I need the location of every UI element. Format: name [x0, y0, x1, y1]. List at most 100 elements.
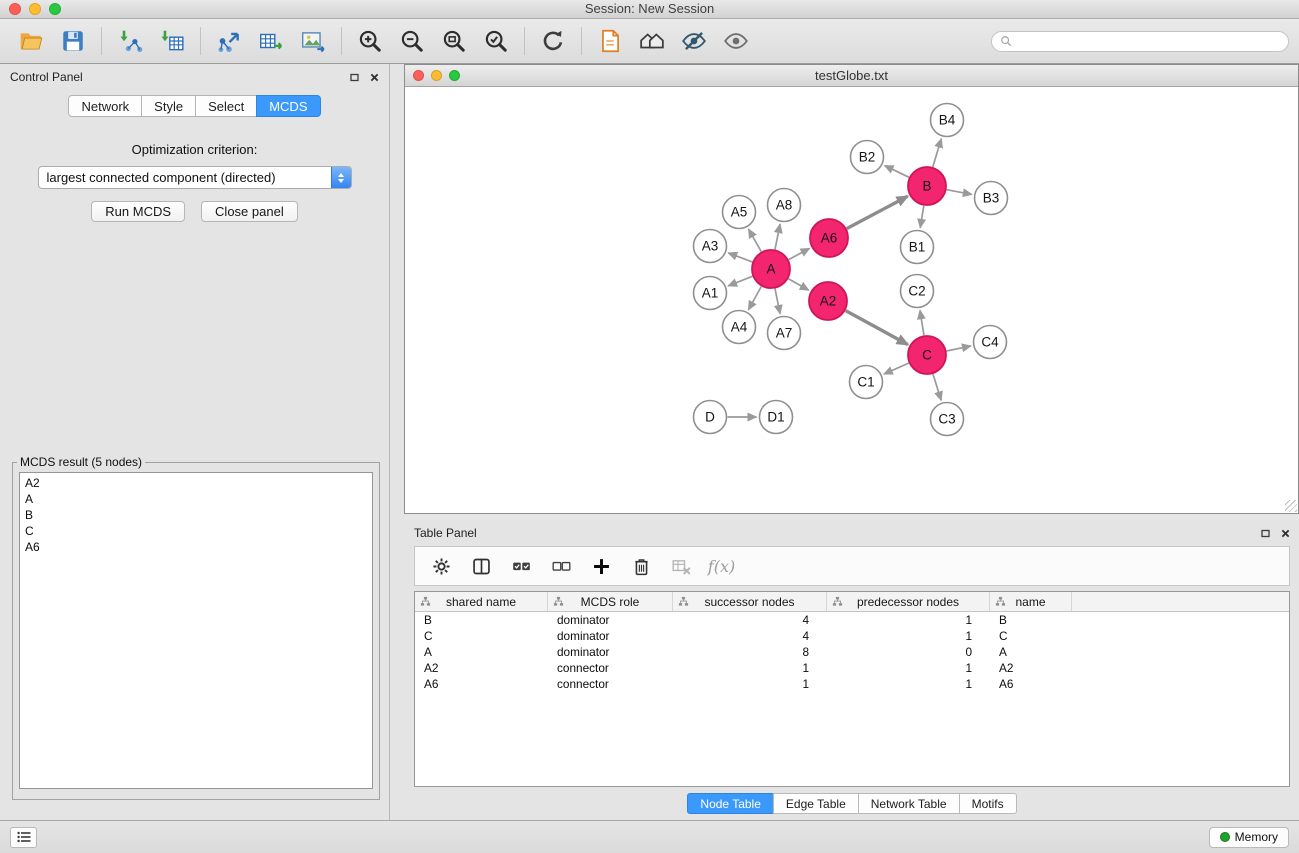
resize-grip-icon[interactable] [1285, 500, 1297, 512]
close-panel-button[interactable]: Close panel [201, 201, 298, 222]
zoom-network-window-button[interactable] [449, 70, 460, 81]
edge-A2-C[interactable] [846, 311, 908, 345]
edge-A-A2[interactable] [788, 279, 808, 290]
table-row[interactable]: A6connector11A6 [415, 676, 1289, 692]
session-doc-button[interactable] [589, 23, 631, 59]
node-A[interactable]: A [752, 250, 790, 288]
edge-A-A4[interactable] [748, 287, 761, 310]
mcds-result-item[interactable]: B [25, 507, 372, 523]
mcds-result-item[interactable]: A [25, 491, 372, 507]
edge-B-B2[interactable] [885, 166, 909, 178]
node-A2[interactable]: A2 [809, 282, 847, 320]
node-B1[interactable]: B1 [901, 231, 934, 264]
table-row[interactable]: Cdominator41C [415, 628, 1289, 644]
node-A3[interactable]: A3 [694, 230, 727, 263]
toggle-column-button[interactable] [464, 550, 499, 582]
float-panel-button[interactable] [350, 73, 359, 82]
tab-select[interactable]: Select [195, 95, 257, 117]
import-table-from-file-button[interactable] [151, 23, 193, 59]
refresh-view-button[interactable] [532, 23, 574, 59]
zoom-selected-button[interactable] [475, 23, 517, 59]
node-C3[interactable]: C3 [931, 403, 964, 436]
zoom-window-button[interactable] [49, 3, 61, 15]
node-A7[interactable]: A7 [768, 317, 801, 350]
column-header-name[interactable]: name [990, 592, 1072, 611]
tab-mcds[interactable]: MCDS [256, 95, 320, 117]
node-A1[interactable]: A1 [694, 277, 727, 310]
close-control-panel-button[interactable] [370, 73, 379, 82]
optimization-criterion-select[interactable]: largest connected component (directed) [38, 166, 352, 189]
mcds-result-list[interactable]: A2ABCA6 [19, 472, 373, 789]
network-canvas[interactable]: B4B2BB3A8A5A6A3B1AC2A1A2A4A7C4CC1C3DD1 [405, 87, 1298, 513]
import-network-from-file-button[interactable] [109, 23, 151, 59]
node-A4[interactable]: A4 [723, 311, 756, 344]
edge-B-B4[interactable] [933, 139, 942, 167]
float-table-panel-button[interactable] [1261, 529, 1270, 538]
mcds-result-item[interactable]: A6 [25, 539, 372, 555]
edge-C-C3[interactable] [933, 374, 941, 400]
column-header-mcds-role[interactable]: MCDS role [548, 592, 673, 611]
close-window-button[interactable] [9, 3, 21, 15]
column-header-successor-nodes[interactable]: successor nodes [673, 592, 827, 611]
node-D[interactable]: D [694, 401, 727, 434]
node-C2[interactable]: C2 [901, 275, 934, 308]
save-session-button[interactable] [52, 23, 94, 59]
minimize-network-window-button[interactable] [431, 70, 442, 81]
edge-C-C4[interactable] [947, 346, 971, 351]
delete-table-button[interactable] [664, 550, 699, 582]
table-row[interactable]: A2connector11A2 [415, 660, 1289, 676]
column-header-shared-name[interactable]: shared name [415, 592, 548, 611]
select-all-rows-button[interactable] [504, 550, 539, 582]
node-A6[interactable]: A6 [810, 219, 848, 257]
export-table-button[interactable] [250, 23, 292, 59]
tab-motifs[interactable]: Motifs [959, 793, 1017, 814]
node-D1[interactable]: D1 [760, 401, 793, 434]
node-A8[interactable]: A8 [768, 189, 801, 222]
edge-A6-B[interactable] [847, 196, 908, 228]
close-table-panel-button[interactable] [1281, 529, 1290, 538]
mcds-result-item[interactable]: C [25, 523, 372, 539]
close-network-window-button[interactable] [413, 70, 424, 81]
edge-A-A5[interactable] [749, 229, 762, 252]
tab-node-table[interactable]: Node Table [687, 793, 774, 814]
tab-network-table[interactable]: Network Table [858, 793, 960, 814]
column-header-predecessor-nodes[interactable]: predecessor nodes [827, 592, 990, 611]
edge-A-A3[interactable] [728, 253, 752, 262]
node-B3[interactable]: B3 [975, 182, 1008, 215]
node-A5[interactable]: A5 [723, 196, 756, 229]
zoom-in-button[interactable] [349, 23, 391, 59]
mcds-result-item[interactable]: A2 [25, 475, 372, 491]
tab-style[interactable]: Style [141, 95, 196, 117]
home-view-button[interactable] [631, 23, 673, 59]
edge-A-A6[interactable] [789, 248, 810, 259]
edge-A-A8[interactable] [775, 224, 780, 249]
show-graphics-details-button[interactable] [715, 23, 757, 59]
table-row[interactable]: Adominator80A [415, 644, 1289, 660]
edge-B-B3[interactable] [947, 190, 972, 195]
panel-splitter[interactable] [390, 64, 404, 820]
edge-C-C2[interactable] [920, 310, 924, 335]
node-C[interactable]: C [908, 336, 946, 374]
hide-graphics-details-button[interactable] [673, 23, 715, 59]
deselect-all-rows-button[interactable] [544, 550, 579, 582]
zoom-out-button[interactable] [391, 23, 433, 59]
table-options-button[interactable] [424, 550, 459, 582]
edge-B-B1[interactable] [920, 206, 924, 228]
memory-button[interactable]: Memory [1209, 827, 1289, 848]
node-B2[interactable]: B2 [851, 141, 884, 174]
search-box[interactable] [991, 31, 1289, 52]
edge-C-C1[interactable] [884, 363, 909, 374]
open-file-button[interactable] [10, 23, 52, 59]
zoom-fit-button[interactable] [433, 23, 475, 59]
delete-column-button[interactable] [624, 550, 659, 582]
node-C1[interactable]: C1 [850, 366, 883, 399]
create-column-button[interactable] [584, 550, 619, 582]
edge-A-A1[interactable] [728, 276, 752, 286]
table-row[interactable]: Bdominator41B [415, 612, 1289, 628]
tab-edge-table[interactable]: Edge Table [773, 793, 859, 814]
export-network-button[interactable] [208, 23, 250, 59]
function-builder-button[interactable]: f(x) [704, 550, 739, 582]
edge-A-A7[interactable] [775, 289, 780, 314]
node-B[interactable]: B [908, 167, 946, 205]
tab-network[interactable]: Network [68, 95, 142, 117]
